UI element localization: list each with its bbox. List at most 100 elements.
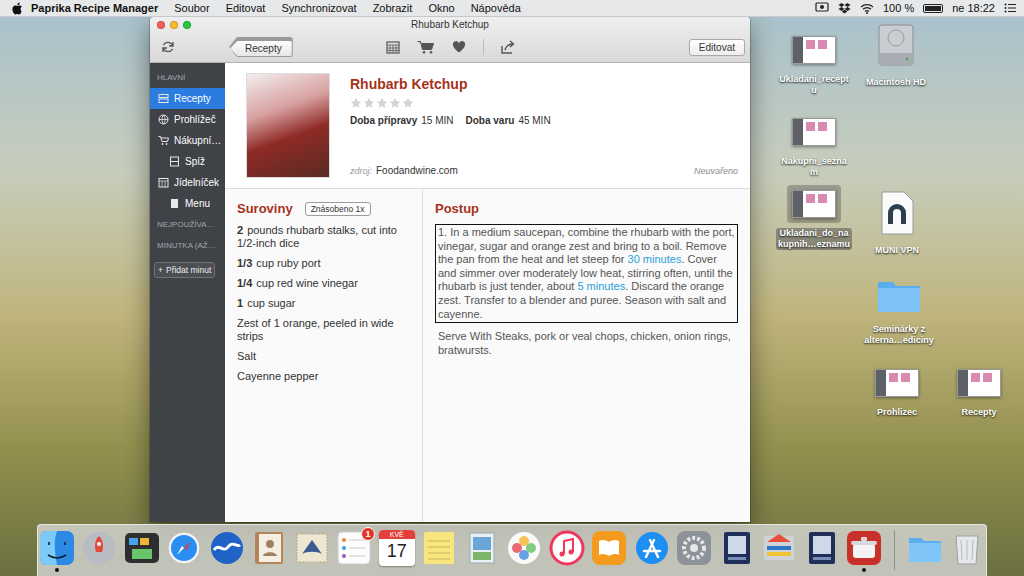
dock-item[interactable] — [803, 530, 841, 572]
paprika-icon[interactable] — [846, 530, 882, 566]
mission-control-icon[interactable] — [124, 530, 160, 566]
calendar-icon[interactable] — [386, 40, 400, 54]
sidebar-item[interactable]: Spíž — [150, 151, 225, 172]
share-icon[interactable] — [501, 40, 515, 54]
star-icon[interactable] — [363, 97, 375, 109]
apple-logo-icon[interactable] — [12, 2, 23, 15]
star-icon[interactable] — [402, 97, 414, 109]
direction-step[interactable]: 1. In a medium saucepan, combine the rhu… — [435, 224, 738, 323]
trash-icon[interactable] — [949, 530, 985, 566]
launchpad-icon[interactable] — [81, 530, 117, 566]
notification-list-icon[interactable] — [1004, 3, 1016, 13]
ibooks-icon[interactable] — [591, 530, 627, 566]
desktop-icon[interactable]: Recepty — [939, 364, 1019, 418]
notification-badge: 1 — [361, 527, 375, 541]
minimize-button[interactable] — [170, 21, 178, 29]
menu-item[interactable]: Editovat — [218, 2, 274, 14]
sync-icon[interactable] — [161, 40, 175, 54]
desktop-icon[interactable]: Macintosh HD — [856, 18, 936, 88]
sidebar-header[interactable]: HLAVNÍ — [150, 67, 225, 88]
edit-button[interactable]: Editovat — [689, 39, 745, 56]
star-icon[interactable] — [376, 97, 388, 109]
dock-item[interactable] — [633, 530, 671, 572]
screen-mirror-icon[interactable] — [815, 2, 829, 14]
dock-item[interactable] — [591, 530, 629, 572]
desktop-icon[interactable]: Seminárky zalterna…ediciny — [859, 271, 939, 346]
dock-item[interactable] — [846, 530, 884, 572]
sidebar-item[interactable]: Nákupní… — [150, 130, 225, 151]
desktop-icon[interactable]: Nakupni_seznam — [774, 113, 854, 178]
sidebar-item[interactable]: Menu — [150, 193, 225, 214]
contacts-icon[interactable] — [251, 530, 287, 566]
wave-app-icon[interactable] — [209, 530, 245, 566]
finder-icon[interactable] — [39, 530, 75, 566]
desktop-icon[interactable]: Ukladani_do_nakupnih…eznamu — [774, 185, 854, 250]
battery-icon[interactable] — [923, 4, 943, 13]
scanner-icon[interactable] — [804, 530, 840, 566]
scale-button[interactable]: Znásobeno 1x — [305, 202, 371, 216]
notes-icon[interactable] — [421, 530, 457, 566]
dock-item[interactable] — [208, 530, 246, 572]
dock-item[interactable] — [251, 530, 289, 572]
dropbox-icon[interactable] — [838, 2, 851, 14]
star-icon[interactable] — [389, 97, 401, 109]
calendar-app-icon[interactable]: KVĚ17 — [379, 530, 415, 566]
sidebar-item[interactable]: Jídelníček — [150, 172, 225, 193]
app-store-icon[interactable] — [634, 530, 670, 566]
dock-item[interactable] — [166, 530, 204, 572]
folder-stack-icon[interactable] — [907, 530, 943, 566]
desktop-icon[interactable]: Prohlizec — [857, 364, 937, 418]
battery-percent[interactable]: 100 % — [883, 2, 914, 14]
ingredient-item: 1/3cup ruby port — [237, 257, 410, 270]
dock-item[interactable] — [81, 530, 119, 572]
dock-item[interactable]: 1 — [336, 530, 374, 572]
dock-item[interactable]: KVĚ17 — [378, 530, 416, 572]
color-scanner-icon[interactable] — [761, 530, 797, 566]
sidebar-header[interactable]: MINUTKA (AŽ… — [150, 235, 225, 256]
app-menu[interactable]: Paprika Recipe Manager — [23, 2, 166, 14]
dock-item[interactable] — [38, 530, 76, 572]
preview-icon[interactable] — [464, 530, 500, 566]
zoom-button[interactable] — [183, 21, 191, 29]
heart-icon[interactable] — [452, 40, 466, 54]
shopping-cart-icon[interactable] — [417, 40, 435, 54]
recipe-source[interactable]: zdroj:Foodandwine.com — [350, 165, 458, 176]
menu-item[interactable]: Zobrazit — [365, 2, 421, 14]
timer-link[interactable]: 30 minutes — [628, 253, 682, 265]
star-icon[interactable] — [350, 97, 362, 109]
safari-icon[interactable] — [166, 530, 202, 566]
scanner-icon[interactable] — [719, 530, 755, 566]
close-button[interactable] — [157, 21, 165, 29]
sidebar-item[interactable]: Recepty — [150, 88, 225, 109]
dock-item[interactable] — [676, 530, 714, 572]
menu-item[interactable]: Okno — [420, 2, 462, 14]
itunes-icon[interactable] — [549, 530, 585, 566]
dock-item[interactable] — [421, 530, 459, 572]
desktop-icon[interactable]: Ukladani_receptu — [774, 31, 854, 96]
timer-link[interactable]: 5 minutes — [577, 280, 625, 292]
wifi-icon[interactable] — [860, 3, 874, 14]
photos-icon[interactable] — [506, 530, 542, 566]
dock-item[interactable] — [506, 530, 544, 572]
menu-item[interactable]: Nápověda — [463, 2, 529, 14]
dock-item[interactable] — [718, 530, 756, 572]
sidebar-item[interactable]: Prohlížeč — [150, 109, 225, 130]
dock-item[interactable] — [463, 530, 501, 572]
back-button[interactable]: Recepty — [230, 41, 292, 56]
dock-item[interactable] — [123, 530, 161, 572]
recipe-photo[interactable] — [246, 73, 330, 178]
dock-item[interactable] — [761, 530, 799, 572]
rating[interactable] — [350, 97, 738, 109]
menu-item[interactable]: Synchronizovat — [273, 2, 364, 14]
sidebar-header[interactable]: NEJPOUŽÍVA… — [150, 214, 225, 235]
dock-item[interactable] — [906, 530, 944, 572]
menu-item[interactable]: Soubor — [166, 2, 217, 14]
system-preferences-icon[interactable] — [676, 530, 712, 566]
clock[interactable]: ne 18:22 — [952, 2, 995, 14]
dock-item[interactable] — [948, 530, 986, 572]
dock-item[interactable] — [548, 530, 586, 572]
mail-icon[interactable] — [294, 530, 330, 566]
add-timer-button[interactable]: +Přidat minut — [154, 262, 215, 278]
dock-item[interactable] — [293, 530, 331, 572]
desktop-icon[interactable]: MUNI VPN — [857, 186, 937, 256]
